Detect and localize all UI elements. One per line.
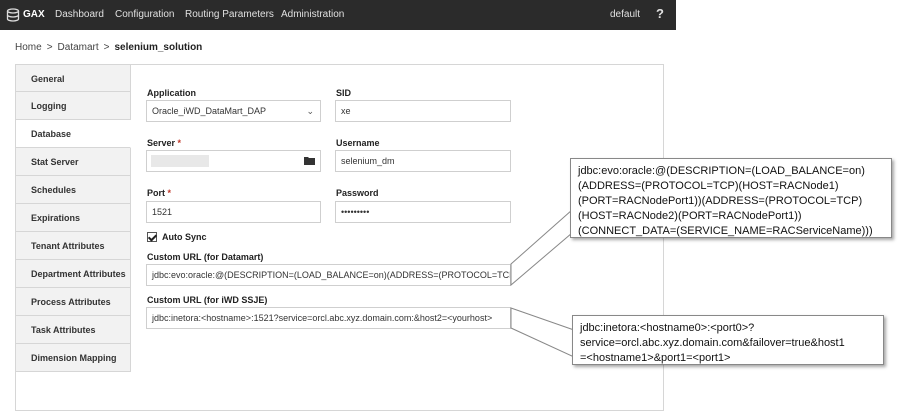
callout-line: (ADDRESS=(PROTOCOL=TCP)(HOST=RACNode1) — [578, 180, 839, 192]
callout-line: jdbc:evo:oracle:@(DESCRIPTION=(LOAD_BALA… — [578, 165, 865, 177]
callout-line: =<hostname1>&port1=<port1> — [580, 352, 731, 364]
callout-line: (PORT=RACNodePort1))(ADDRESS=(PROTOCOL=T… — [578, 195, 863, 207]
callout-line: (HOST=RACNode2)(PORT=RACNodePort1)) — [578, 210, 802, 222]
datamart-url-callout: jdbc:evo:oracle:@(DESCRIPTION=(LOAD_BALA… — [570, 158, 892, 238]
datamart-callout-pointer — [510, 208, 573, 287]
ssje-url-callout: jdbc:inetora:<hostname0>:<port0>? servic… — [572, 315, 884, 365]
callout-line: service=orcl.abc.xyz.domain.com&failover… — [580, 337, 845, 349]
callout-line: jdbc:inetora:<hostname0>:<port0>? — [580, 322, 755, 334]
ssje-callout-pointer — [510, 307, 575, 358]
callout-line: (CONNECT_DATA=(SERVICE_NAME=RACServiceNa… — [578, 225, 873, 237]
